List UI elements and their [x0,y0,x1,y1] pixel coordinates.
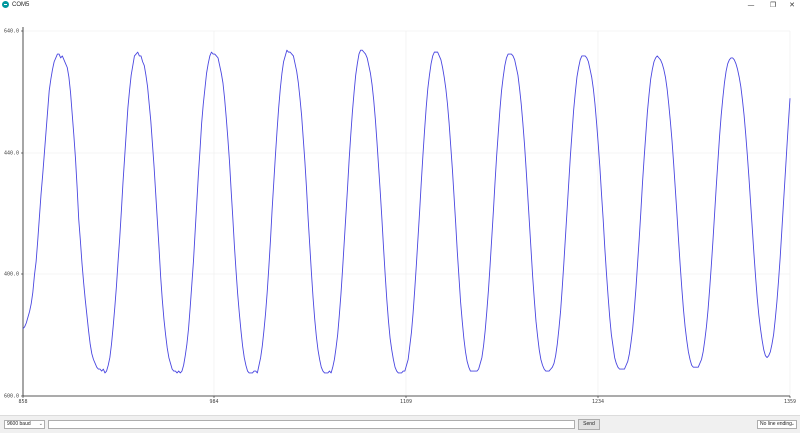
line-ending-select[interactable]: No line ending ⌄ [757,420,797,429]
serial-plot-chart: 640.0 440.0 400.0 600.0858 984 1109 1234 1359 [4,27,796,405]
x-tick-label: 1234 [592,399,604,405]
chevron-down-icon: ⌄ [790,421,795,427]
y-tick-label: 640.0 [4,29,19,35]
y-tick-label: 600.0 [4,394,19,400]
chevron-down-icon: ⌄ [38,421,43,427]
bottom-bar: 9600 baud ⌄ Send No line ending ⌄ [0,415,800,433]
title-bar: COM5 — ❐ ✕ [0,0,800,11]
y-tick-label: 440.0 [4,151,19,157]
y-tick-label: 400.0 [4,272,19,278]
x-tick-label: 858 [18,399,27,405]
series-line [22,49,791,374]
message-input[interactable] [48,420,575,429]
baud-rate-value: 9600 baud [7,421,31,427]
plot-area: 640.0 440.0 400.0 600.0 858 984 1109 1234 1359 [0,11,800,415]
baud-rate-select[interactable]: 9600 baud ⌄ [4,420,45,429]
serial-plotter-window: COM5 — ❐ ✕ 640.0 440.0 400.0 600.0 858 984 110… [0,0,800,433]
send-button[interactable]: Send [578,419,600,430]
arduino-icon [2,1,9,8]
line-ending-value: No line ending [760,421,792,427]
maximize-button[interactable]: ❐ [762,0,784,10]
close-button[interactable]: ✕ [784,0,800,10]
window-title: COM5 [12,2,30,8]
minimize-button[interactable]: — [740,0,762,10]
x-tick-label: 984 [209,399,218,405]
x-tick-label: 1359 [784,399,796,405]
x-tick-label: 1109 [400,399,412,405]
